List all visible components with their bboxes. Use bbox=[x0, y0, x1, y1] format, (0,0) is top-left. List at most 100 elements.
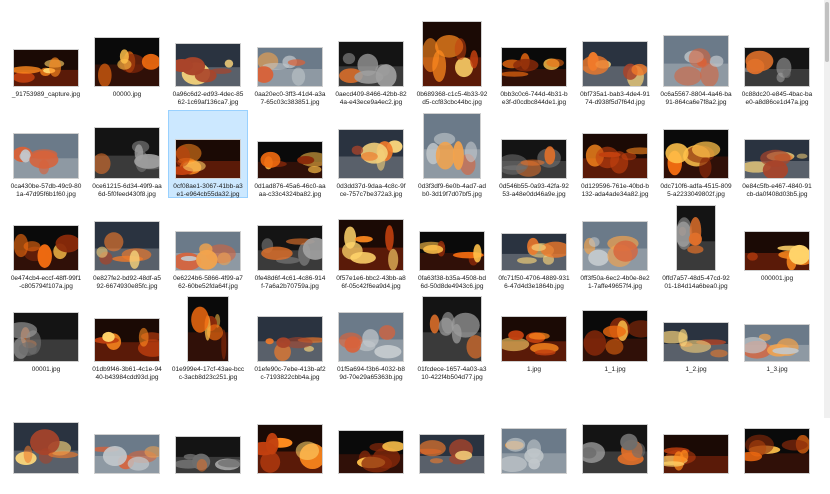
file-item[interactable]: 0aecd409-8466-42bb-82 4a-e43ece9a4ec2.jp… bbox=[331, 18, 411, 106]
file-item[interactable]: 1.jpg bbox=[494, 293, 574, 381]
file-item[interactable]: 0d546b55-0a93-42fa-92 53-a48e0dd46a9e.jp… bbox=[494, 110, 574, 198]
file-item[interactable]: 0c88dc20-e845-4bac-ba e0-a8d86ce1d47a.jp… bbox=[737, 18, 817, 106]
thumbnail-image bbox=[741, 47, 810, 87]
file-item[interactable] bbox=[737, 405, 817, 493]
file-name: 0b689368-c1c5-4b33-92 d5-ccf83cbc44bc.jp… bbox=[416, 91, 488, 106]
image-icon bbox=[257, 316, 328, 362]
image-icon bbox=[5, 312, 79, 362]
thumbnail-image bbox=[423, 113, 481, 179]
file-grid: _91753989_capture.jpg 00000.jpg 0a96c6d2-e… bbox=[0, 0, 830, 474]
file-item[interactable]: 0cf08ae1-3067-41bb-a3 e1-e964cb55da32.jp… bbox=[168, 110, 248, 198]
image-icon bbox=[413, 434, 485, 474]
file-name: 0e827fe2-bd92-48df-a5 92-6674930e85fc.jp… bbox=[93, 275, 161, 290]
file-item[interactable]: 0ffd7a57-48d5-47cd-92 01-184d14a6bea0.jp… bbox=[656, 202, 736, 290]
file-item[interactable] bbox=[87, 405, 167, 493]
file-item[interactable]: 0aa20ec0-3ff3-41d4-a3a 7-65c03c383851.jp… bbox=[250, 18, 330, 106]
file-name bbox=[169, 478, 247, 494]
file-item[interactable]: 1_2.jpg bbox=[656, 293, 736, 381]
file-item[interactable]: 01efe90c-7ebe-413b-af2 c-7193822cbb4a.jp… bbox=[250, 293, 330, 381]
scrollbar-thumb[interactable] bbox=[825, 2, 829, 62]
thumbnail-image bbox=[581, 41, 648, 89]
file-item[interactable]: 01fcdece-1657-4a03-a3 10-422f4b504d77.jp… bbox=[412, 293, 492, 381]
file-name: 0aa20ec0-3ff3-41d4-a3a 7-65c03c383851.jp… bbox=[254, 91, 326, 106]
thumbnail-image bbox=[656, 322, 729, 362]
image-icon bbox=[663, 35, 729, 87]
thumbnail-image bbox=[13, 422, 79, 474]
image-icon bbox=[13, 225, 81, 271]
thumbnail-image bbox=[338, 430, 405, 474]
file-name: 00000.jpg bbox=[112, 91, 142, 98]
file-item[interactable]: 00001.jpg bbox=[5, 293, 86, 381]
file-item[interactable] bbox=[412, 405, 492, 493]
file-item[interactable]: 0ca430be-57db-49c9-80 1a-47d95f6b1f60.jp… bbox=[6, 110, 86, 198]
file-item[interactable]: 0bf735a1-bab3-4de4-91 74-d938f5d7f64d.jp… bbox=[575, 18, 655, 106]
thumbnail-image bbox=[338, 129, 404, 179]
file-item[interactable] bbox=[494, 405, 574, 493]
image-icon bbox=[338, 219, 404, 271]
file-item[interactable]: 0a96c6d2-ed93-4dec-85 62-1c69af136ca7.jp… bbox=[168, 18, 248, 106]
thumbnail-image bbox=[257, 141, 329, 179]
file-item[interactable] bbox=[575, 405, 655, 493]
thumbnail-image bbox=[5, 312, 79, 362]
file-name: 000001.jpg bbox=[760, 275, 794, 282]
file-item[interactable]: 0d129596-761e-40bd-b 132-ada4ade34a82.jp… bbox=[575, 110, 655, 198]
thumbnail-image bbox=[94, 221, 160, 271]
file-item[interactable]: 000001.jpg bbox=[737, 202, 817, 290]
thumbnail-image bbox=[739, 428, 810, 474]
file-item[interactable] bbox=[656, 405, 736, 493]
thumbnail-image bbox=[582, 133, 654, 179]
file-item[interactable]: 0d3f3df9-6e0b-4ad7-ad b0-3d19f7d07bf5.jp… bbox=[412, 110, 492, 198]
image-icon bbox=[94, 221, 160, 271]
file-item[interactable]: 0d3dd37d-9daa-4c8c-9f ce-757c7be372a3.jp… bbox=[331, 110, 411, 198]
image-icon bbox=[338, 312, 404, 362]
image-icon bbox=[739, 324, 810, 362]
file-item[interactable]: 0fa63f38-b35a-4508-bd 6d-50d8de4943c6.jp… bbox=[412, 202, 492, 290]
file-name: 01fcdece-1657-4a03-a3 10-422f4b504d77.jp… bbox=[417, 366, 487, 381]
file-item[interactable] bbox=[6, 405, 86, 493]
file-item[interactable] bbox=[331, 405, 411, 493]
file-item[interactable]: 1_1.jpg bbox=[575, 293, 655, 381]
file-item[interactable]: 0f57e1e6-bbc2-43bb-a8 6f-05c42f6ea9d4.jp… bbox=[331, 202, 411, 290]
file-item[interactable]: 0e827fe2-bd92-48df-a5 92-6674930e85fc.jp… bbox=[87, 202, 167, 290]
file-item[interactable]: 0e6224b6-5866-4f99-a7 62-60be52fda64f.jp… bbox=[168, 202, 248, 290]
image-icon bbox=[663, 129, 729, 179]
file-item[interactable]: 0dc710f6-adfa-4515-809 5-a2233049802f.jp… bbox=[656, 110, 736, 198]
file-name: _91753989_capture.jpg bbox=[11, 91, 81, 98]
file-item[interactable]: 0bb3c0c6-744d-4b31-b e3f-d0cdbc844de1.jp… bbox=[494, 18, 574, 106]
image-icon bbox=[172, 231, 241, 271]
image-icon bbox=[582, 221, 648, 271]
image-icon bbox=[744, 231, 814, 271]
file-item[interactable]: 01db9f46-3b61-4c1e-94 40-b43984cdd93d.jp… bbox=[87, 293, 168, 381]
file-item[interactable]: 00000.jpg bbox=[87, 18, 167, 106]
file-name: 00001.jpg bbox=[31, 366, 61, 373]
file-item[interactable]: 0c6a5567-8804-4a46-ba 91-864ca6e7f8a2.jp… bbox=[656, 18, 736, 106]
file-item[interactable]: 1_3.jpg bbox=[737, 293, 817, 381]
file-item[interactable] bbox=[250, 405, 330, 493]
image-icon bbox=[582, 133, 654, 179]
file-item[interactable] bbox=[168, 405, 248, 493]
thumbnail-image bbox=[739, 324, 810, 362]
image-icon bbox=[254, 47, 323, 87]
file-item[interactable]: 0e84c5fb-e467-4840-91 cb-da0f408d03b5.jp… bbox=[737, 110, 817, 198]
file-name: 0e6224b6-5866-4f99-a7 62-60be52fda64f.jp… bbox=[173, 275, 243, 290]
file-item[interactable]: 0fe48d6f-4c61-4c86-914 f-7a6a2b70759a.jp… bbox=[250, 202, 330, 290]
file-item[interactable]: 01e999e4-17cf-43ae-bcc c-3acb8d23c251.jp… bbox=[168, 293, 248, 381]
image-icon bbox=[417, 231, 485, 271]
thumbnail-image bbox=[94, 37, 161, 88]
file-name: 0bf735a1-bab3-4de4-91 74-d938f5d7f64d.jp… bbox=[580, 91, 650, 106]
file-item[interactable]: 0ce61215-6d34-49f9-aa 6d-5f0feed430f8.jp… bbox=[87, 110, 167, 198]
file-name: 0e474cb4-eccf-48ff-99f1 -c805794f107a.jp… bbox=[10, 275, 82, 290]
file-item[interactable]: 0ff3f50a-6ec2-4b0e-8e2 1-7affe49657f4.jp… bbox=[575, 202, 655, 290]
image-icon bbox=[501, 233, 571, 271]
file-item[interactable]: 0e474cb4-eccf-48ff-99f1 -c805794f107a.jp… bbox=[6, 202, 86, 290]
image-icon bbox=[740, 139, 810, 180]
file-item[interactable]: 01f5a694-f3b6-4032-b8 9d-70e29a65363b.jp… bbox=[331, 293, 411, 381]
file-name bbox=[657, 478, 735, 494]
file-item[interactable]: 0b689368-c1c5-4b33-92 d5-ccf83cbc44bc.jp… bbox=[412, 18, 492, 106]
file-name: 0cf08ae1-3067-41bb-a3 e1-e964cb55da32.jp… bbox=[173, 183, 243, 198]
vertical-scrollbar[interactable] bbox=[824, 0, 830, 418]
file-item[interactable]: 0fc71f50-4706-4889-931 6-47d4d3e1864b.jp… bbox=[494, 202, 574, 290]
file-item[interactable]: 0d1ad876-45a6-46c0-aa aa-c33c4324ba82.jp… bbox=[250, 110, 330, 198]
file-item[interactable]: _91753989_capture.jpg bbox=[6, 18, 86, 106]
thumbnail-image bbox=[656, 434, 729, 474]
